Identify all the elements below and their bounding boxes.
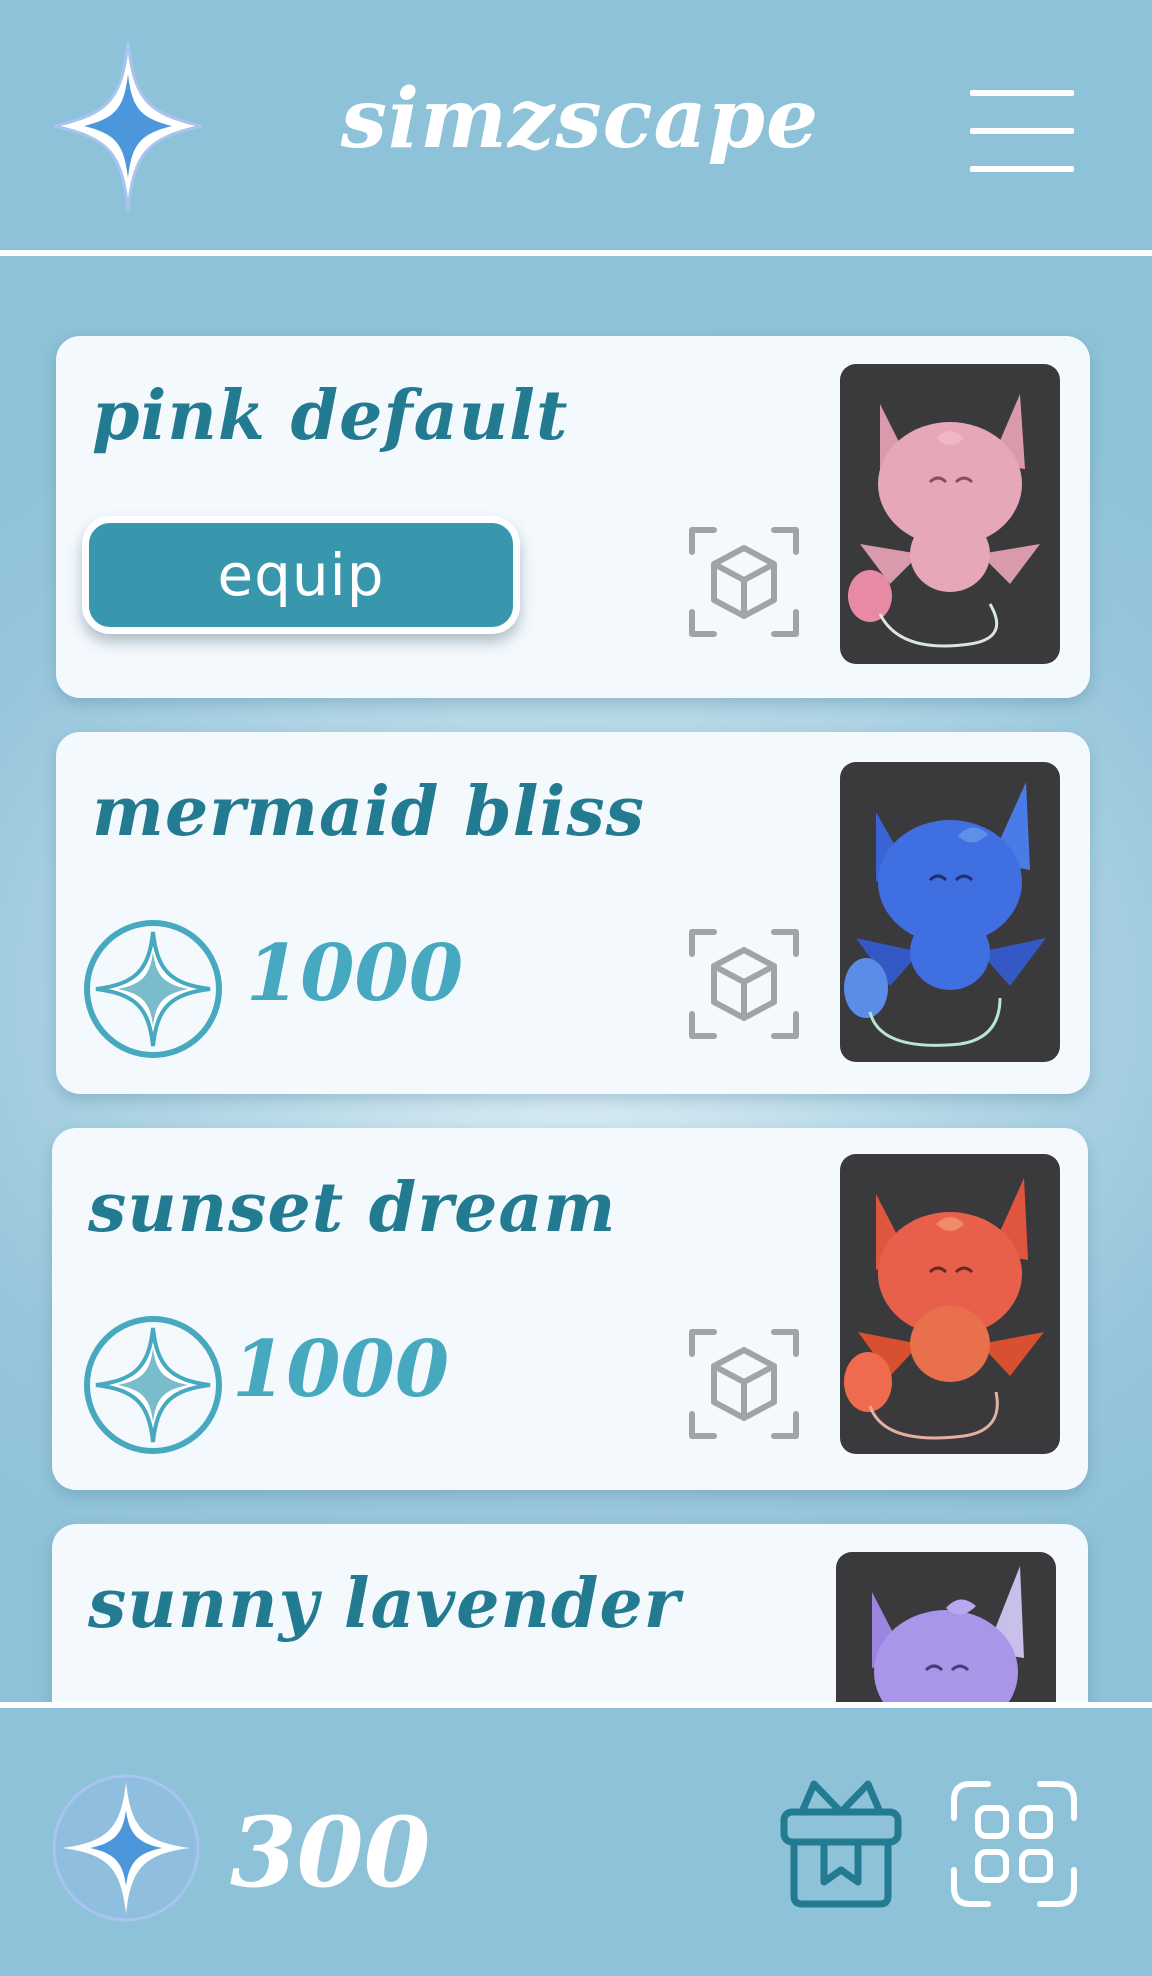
skin-preview-image bbox=[836, 1552, 1056, 1704]
skin-name: sunny lavender bbox=[88, 1564, 681, 1644]
skin-card-sunny-lavender[interactable]: sunny lavender bbox=[52, 1524, 1088, 1704]
skin-price: 1000 bbox=[232, 1324, 450, 1415]
gift-box-icon[interactable] bbox=[778, 1778, 904, 1910]
star-coin-icon bbox=[52, 1774, 200, 1922]
equip-button[interactable]: equip bbox=[82, 516, 520, 634]
ar-view-icon[interactable] bbox=[688, 928, 800, 1040]
skin-preview-image bbox=[840, 364, 1060, 664]
skin-price: 1000 bbox=[246, 928, 464, 1019]
ar-view-icon[interactable] bbox=[688, 526, 800, 638]
ar-view-icon[interactable] bbox=[688, 1328, 800, 1440]
skin-preview-image bbox=[840, 1154, 1060, 1454]
skin-card-sunset-dream[interactable]: sunset dream 1000 bbox=[52, 1128, 1088, 1490]
app-screen: simzscape pink default equip mermaid bli… bbox=[0, 0, 1152, 1976]
skin-card-mermaid-bliss[interactable]: mermaid bliss 1000 bbox=[56, 732, 1090, 1094]
top-bar: simzscape bbox=[0, 0, 1152, 256]
app-title: simzscape bbox=[340, 71, 820, 167]
hamburger-menu-icon[interactable] bbox=[970, 90, 1074, 174]
sparkle-star-icon[interactable] bbox=[50, 38, 206, 214]
skin-name: sunset dream bbox=[88, 1168, 617, 1248]
skin-preview-image bbox=[840, 762, 1060, 1062]
scan-icon[interactable] bbox=[950, 1780, 1078, 1908]
skin-name: mermaid bliss bbox=[92, 772, 645, 852]
skin-list[interactable]: pink default equip mermaid bliss 1000 su… bbox=[0, 262, 1152, 1704]
bottom-bar: 300 bbox=[0, 1702, 1152, 1976]
skin-name: pink default bbox=[92, 376, 569, 456]
star-coin-icon bbox=[84, 920, 222, 1058]
skin-card-pink-default[interactable]: pink default equip bbox=[56, 336, 1090, 698]
coin-balance: 300 bbox=[230, 1796, 431, 1909]
star-coin-icon bbox=[84, 1316, 222, 1454]
